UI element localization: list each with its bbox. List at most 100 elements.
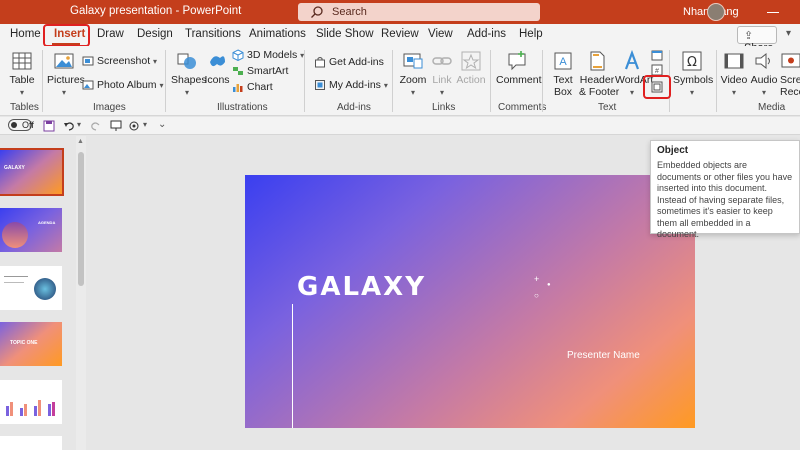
sparkle-ring-icon: ○ <box>534 291 539 300</box>
photo-album-button[interactable]: Photo Album ▾ <box>82 79 163 91</box>
tab-add-ins[interactable]: Add-ins <box>467 28 506 40</box>
slide-thumbnail-4[interactable]: TOPIC ONE <box>0 322 62 366</box>
share-button[interactable]: ⇪Share <box>737 26 777 54</box>
link-label: Link <box>432 74 452 86</box>
zoom-label: Zoom <box>399 74 427 86</box>
link-button[interactable]: Link ▾ <box>430 50 454 99</box>
audio-label: Audio <box>750 74 778 86</box>
comment-icon <box>508 51 526 71</box>
search-placeholder: Search <box>332 6 367 18</box>
date-time-icon[interactable] <box>651 49 663 61</box>
get-add-ins-label: Get Add-ins <box>329 56 384 68</box>
thumbnail-2-title: AGENDA <box>38 220 56 225</box>
thumbnail-3-planet <box>34 278 56 300</box>
cube-icon <box>232 49 244 62</box>
slide-canvas[interactable]: GALAXY + ● ○ Presenter Name <box>245 175 695 428</box>
autosave-state: Off <box>22 120 34 130</box>
tab-view[interactable]: View <box>428 28 453 40</box>
video-button[interactable]: Video ▾ <box>720 50 748 99</box>
presenter-name[interactable]: Presenter Name <box>567 350 640 361</box>
audio-button[interactable]: Audio ▾ <box>750 50 778 99</box>
comment-label: Comment <box>496 74 542 86</box>
screen-recording-label-2: Reco <box>780 86 800 98</box>
screen-record-icon <box>781 53 800 68</box>
slide-thumbnail-2[interactable]: AGENDA <box>0 208 62 252</box>
touch-mode-dropdown-icon[interactable]: ▾ <box>143 120 147 129</box>
tab-slide-show[interactable]: Slide Show <box>316 28 374 40</box>
svg-text:Ω: Ω <box>687 55 697 70</box>
sparkle-icon: + <box>534 274 540 284</box>
screenshot-label: Screenshot <box>97 55 151 67</box>
avatar[interactable] <box>707 3 725 21</box>
svg-text:#: # <box>655 68 659 75</box>
thumbnail-1-title: GALAXY <box>4 165 25 171</box>
redo-icon[interactable] <box>90 120 102 132</box>
zoom-button[interactable]: Zoom ▾ <box>398 50 428 99</box>
omega-icon: Ω <box>682 51 702 71</box>
slide-thumbnail-6[interactable] <box>0 436 62 450</box>
slide-thumbnail-5[interactable] <box>0 380 62 424</box>
3d-models-button[interactable]: 3D Models ▾ <box>232 49 304 62</box>
tab-animations[interactable]: Animations <box>249 28 306 40</box>
symbols-label: Symbols <box>673 74 714 86</box>
undo-dropdown-icon[interactable]: ▾ <box>77 120 81 129</box>
smartart-button[interactable]: SmartArt <box>232 65 288 77</box>
photo-album-icon <box>82 80 94 90</box>
icons-button[interactable]: Icons <box>204 50 230 86</box>
chart-button[interactable]: Chart <box>232 81 273 93</box>
minimize-button[interactable] <box>758 3 788 21</box>
header-footer-button[interactable]: Header & Footer <box>579 50 619 98</box>
tab-transitions[interactable]: Transitions <box>185 28 241 40</box>
touch-mode-icon[interactable] <box>128 120 140 132</box>
shapes-button[interactable]: Shapes ▾ <box>171 50 207 99</box>
group-divider <box>392 50 393 112</box>
slide-thumbnail-1[interactable]: GALAXY <box>0 148 64 196</box>
text-box-icon: A <box>554 52 572 70</box>
my-add-ins-button[interactable]: My Add-ins ▾ <box>314 79 388 91</box>
video-label: Video <box>720 74 748 86</box>
zoom-icon <box>403 53 423 69</box>
tab-design[interactable]: Design <box>137 28 173 40</box>
group-text: Text <box>598 102 617 113</box>
smartart-label: SmartArt <box>247 65 289 77</box>
tab-review[interactable]: Review <box>381 28 419 40</box>
group-add-ins: Add-ins <box>337 102 371 113</box>
save-icon[interactable] <box>43 120 55 132</box>
comment-button[interactable]: Comment <box>496 50 542 86</box>
slide-title[interactable]: GALAXY <box>297 272 426 302</box>
group-divider <box>165 50 166 112</box>
get-add-ins-button[interactable]: Get Add-ins <box>314 56 384 68</box>
search-box[interactable]: Search <box>298 3 540 21</box>
group-divider <box>542 50 543 112</box>
undo-icon[interactable] <box>63 120 75 132</box>
chart-label: Chart <box>247 81 273 93</box>
action-button[interactable]: Action <box>456 50 486 86</box>
table-label: Table <box>9 74 35 86</box>
table-icon <box>12 52 32 70</box>
scroll-up-icon[interactable]: ▲ <box>77 138 84 145</box>
presenter-icon[interactable] <box>110 120 122 132</box>
group-divider <box>490 50 491 112</box>
icons-icon <box>210 56 225 67</box>
screen-recording-button[interactable]: ScreReco <box>780 50 800 98</box>
link-icon <box>432 57 452 65</box>
slide-thumbnail-3[interactable] <box>0 266 62 310</box>
icons-label: Icons <box>204 74 230 86</box>
text-box-button[interactable]: A Text Box <box>550 50 576 98</box>
tab-help[interactable]: Help <box>519 28 543 40</box>
share-icon: ⇪ <box>744 30 754 42</box>
customize-toolbar-icon[interactable]: ⌄ <box>158 119 166 130</box>
tab-draw[interactable]: Draw <box>97 28 124 40</box>
tab-home[interactable]: Home <box>10 28 41 40</box>
action-label: Action <box>456 74 486 86</box>
symbols-button[interactable]: Ω Symbols ▾ <box>673 50 714 99</box>
thumbnail-4-title: TOPIC ONE <box>10 340 38 346</box>
table-button[interactable]: Table ▾ <box>6 50 38 99</box>
star-icon <box>461 51 481 71</box>
scrollbar-thumb[interactable] <box>78 152 84 286</box>
ribbon-options-icon[interactable]: ▾ <box>786 28 791 39</box>
group-comments: Comments <box>498 102 547 113</box>
ribbon-tabs: Home Insert Draw Design Transitions Anim… <box>0 24 800 46</box>
pictures-button[interactable]: Pictures ▾ <box>47 50 85 99</box>
screenshot-button[interactable]: Screenshot ▾ <box>82 55 157 67</box>
